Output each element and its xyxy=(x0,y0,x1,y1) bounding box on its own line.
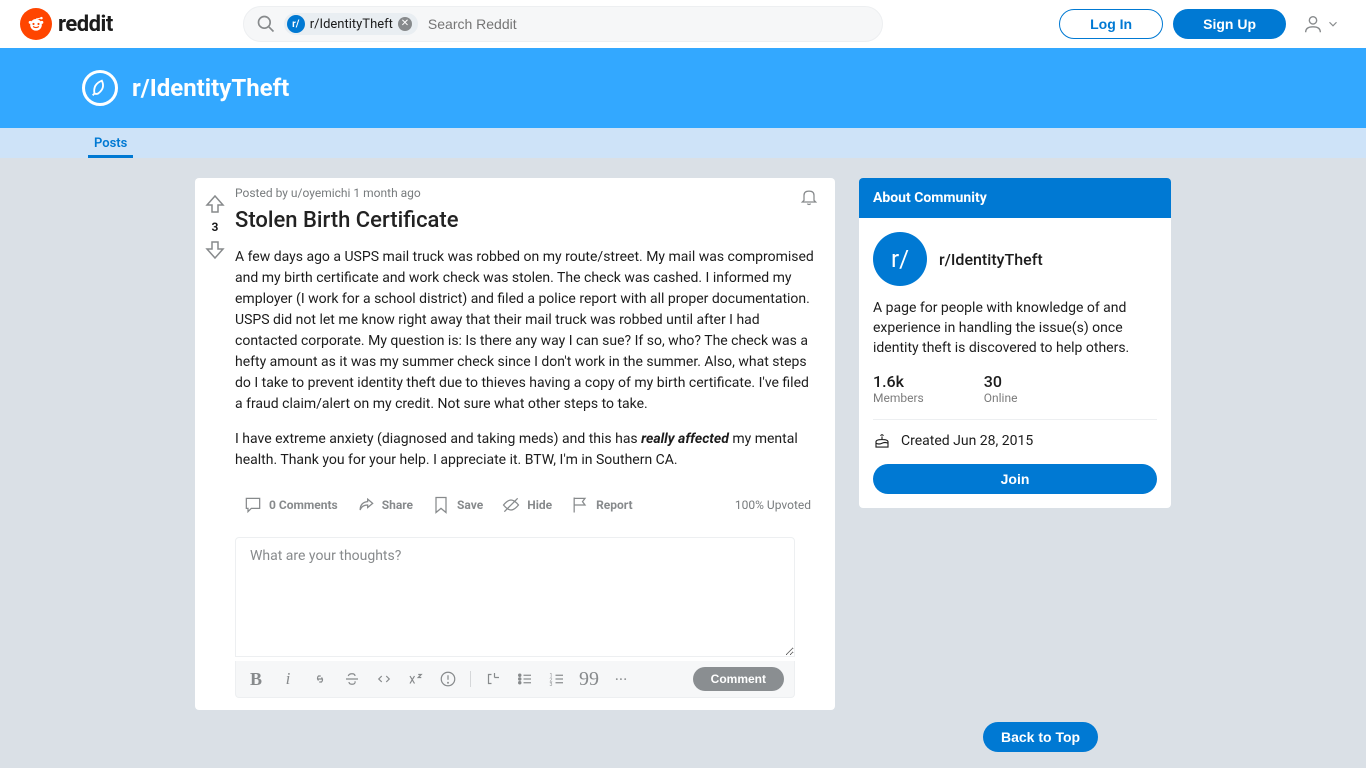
back-to-top-button[interactable]: Back to Top xyxy=(983,722,1098,752)
sidebar-avatar-icon: r/ xyxy=(873,232,927,286)
reddit-logo-icon xyxy=(20,8,52,40)
superscript-icon[interactable] xyxy=(406,670,426,688)
post-paragraph: A few days ago a USPS mail truck was rob… xyxy=(235,247,819,415)
toolbar-separator xyxy=(470,671,471,687)
top-header: reddit r/ r/IdentityTheft ✕ Log In Sign … xyxy=(0,0,1366,48)
person-icon xyxy=(1302,13,1324,35)
chevron-down-icon xyxy=(1326,17,1340,31)
flag-icon xyxy=(570,495,590,515)
subreddit-title[interactable]: r/IdentityTheft xyxy=(132,74,289,102)
comment-toolbar: B i 123 99 ··· Comment xyxy=(235,661,795,698)
comment-submit-button[interactable]: Comment xyxy=(693,667,784,691)
online-label: Online xyxy=(984,391,1018,405)
link-icon[interactable] xyxy=(310,670,330,688)
number-list-icon[interactable]: 123 xyxy=(547,670,567,688)
comment-composer: B i 123 99 ··· Comment xyxy=(195,525,835,698)
sidebar-header: About Community xyxy=(859,178,1171,218)
sidebar-stats: 1.6k Members 30 Online xyxy=(873,372,1157,405)
bookmark-icon xyxy=(431,495,451,515)
share-button[interactable]: Share xyxy=(348,489,421,521)
hide-button[interactable]: Hide xyxy=(493,489,560,521)
tab-posts[interactable]: Posts xyxy=(88,136,133,158)
inline-code-icon[interactable] xyxy=(374,670,394,688)
search-input[interactable] xyxy=(428,16,870,32)
post-author-link[interactable]: u/oyemichi xyxy=(291,186,351,200)
subreddit-tabs: Posts xyxy=(0,128,1366,158)
spoiler-icon[interactable] xyxy=(438,670,458,688)
bullet-list-icon[interactable] xyxy=(515,670,535,688)
vote-score: 3 xyxy=(212,220,219,234)
comment-icon xyxy=(243,495,263,515)
post-action-bar: 0 Comments Share Save Hide xyxy=(235,485,819,525)
divider xyxy=(873,419,1157,420)
comments-button[interactable]: 0 Comments xyxy=(235,489,346,521)
report-button[interactable]: Report xyxy=(562,489,640,521)
post-meta: Posted by u/oyemichi 1 month ago xyxy=(235,186,421,200)
members-label: Members xyxy=(873,391,924,405)
strikethrough-icon[interactable] xyxy=(342,670,362,688)
sidebar-description: A page for people with knowledge of and … xyxy=(873,298,1157,358)
reddit-logo[interactable]: reddit xyxy=(20,8,113,40)
italic-icon[interactable]: i xyxy=(278,669,298,689)
comment-textarea[interactable] xyxy=(235,537,795,657)
about-community-card: About Community r/ r/IdentityTheft A pag… xyxy=(859,178,1171,508)
chip-close-icon[interactable]: ✕ xyxy=(398,17,412,31)
post-card: 3 Posted by u/oyemichi 1 month ago Stole… xyxy=(195,178,835,710)
sidebar-subreddit-name[interactable]: r/IdentityTheft xyxy=(939,250,1043,269)
subreddit-avatar[interactable] xyxy=(82,70,118,106)
vote-column: 3 xyxy=(195,186,235,525)
login-button[interactable]: Log In xyxy=(1059,9,1163,39)
post-paragraph: I have extreme anxiety (diagnosed and ta… xyxy=(235,429,819,471)
upvote-icon[interactable] xyxy=(203,192,227,216)
share-icon xyxy=(356,495,376,515)
hide-icon xyxy=(501,495,521,515)
subreddit-banner: r/IdentityTheft xyxy=(0,48,1366,128)
chip-avatar-icon: r/ xyxy=(287,15,305,33)
save-button[interactable]: Save xyxy=(423,489,491,521)
bold-icon[interactable]: B xyxy=(246,669,266,690)
bell-icon[interactable] xyxy=(799,187,819,207)
search-icon xyxy=(256,14,276,34)
online-count: 30 xyxy=(984,372,1018,391)
search-chip[interactable]: r/ r/IdentityTheft ✕ xyxy=(284,13,418,35)
header-actions: Log In Sign Up xyxy=(1059,9,1346,39)
search-bar[interactable]: r/ r/IdentityTheft ✕ xyxy=(243,6,883,42)
join-button[interactable]: Join xyxy=(873,464,1157,494)
downvote-icon[interactable] xyxy=(203,238,227,262)
upvoted-percentage: 100% Upvoted xyxy=(735,498,819,512)
post-title: Stolen Birth Certificate xyxy=(235,208,819,233)
svg-text:3: 3 xyxy=(550,682,553,688)
cake-icon xyxy=(873,432,891,450)
user-dropdown[interactable] xyxy=(1296,9,1346,39)
members-count: 1.6k xyxy=(873,372,924,391)
heading-icon[interactable] xyxy=(483,670,503,688)
signup-button[interactable]: Sign Up xyxy=(1173,9,1286,39)
quote-icon[interactable]: 99 xyxy=(579,668,599,691)
created-date-row: Created Jun 28, 2015 xyxy=(873,432,1157,450)
chip-label: r/IdentityTheft xyxy=(310,17,393,32)
leaf-icon xyxy=(89,77,111,99)
reddit-wordmark: reddit xyxy=(58,12,113,37)
more-icon[interactable]: ··· xyxy=(611,670,631,689)
